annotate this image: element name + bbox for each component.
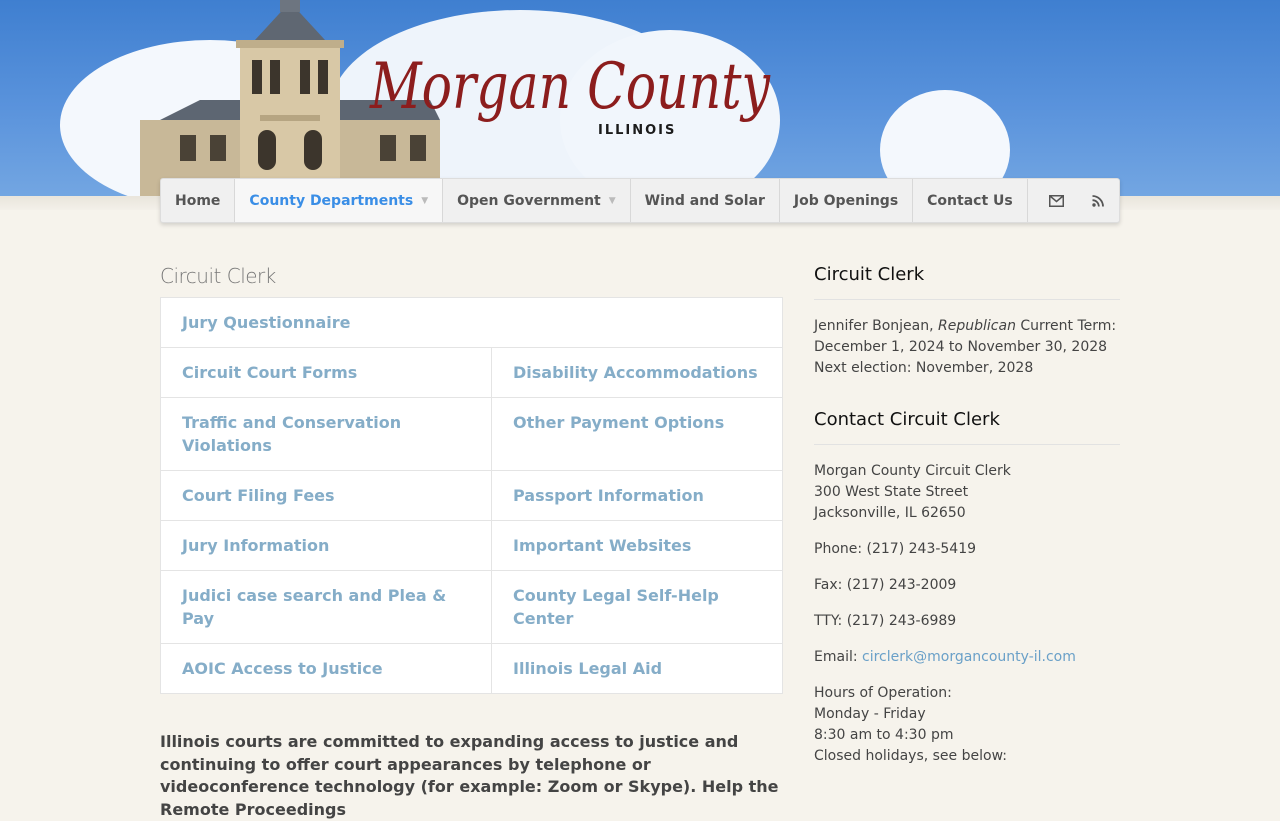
clerk-term: December 1, 2024 to November 30, 2028 [814,339,1108,355]
link-jury-information[interactable]: Jury Information [161,521,491,570]
nav-county-departments[interactable]: County Departments ▼ [235,179,444,222]
link-court-filing-fees[interactable]: Court Filing Fees [161,471,491,520]
clerk-name: Jennifer Bonjean, [814,318,934,334]
site-logo: Morgan County [369,50,770,124]
link-row: Traffic and Conservation Violations Othe… [161,397,782,470]
link-legal-self-help[interactable]: County Legal Self-Help Center [491,571,782,643]
contact-info: Morgan County Circuit Clerk 300 West Sta… [814,461,1120,767]
link-row: Jury Questionnaire [161,298,782,347]
nav-job-openings-label: Job Openings [793,192,899,209]
mail-icon[interactable] [1035,179,1077,222]
intro-paragraph: Illinois courts are committed to expandi… [160,732,779,819]
contact-heading: Contact Circuit Clerk [814,409,1120,445]
link-row: Judici case search and Plea & Pay County… [161,570,782,643]
nav-wind-solar-label: Wind and Solar [644,192,765,209]
email-label: Email: [814,649,858,665]
hours-time: 8:30 am to 4:30 pm [814,727,954,743]
tty: TTY: (217) 243-6989 [814,613,957,629]
clerk-next-election: Next election: November, 2028 [814,360,1034,376]
email-line: Email: circlerk@morgancounty-il.com [814,647,1120,668]
phone: Phone: (217) 243-5419 [814,541,977,557]
link-other-payment[interactable]: Other Payment Options [491,398,782,470]
link-grid: Jury Questionnaire Circuit Court Forms D… [160,297,783,694]
link-important-websites[interactable]: Important Websites [491,521,782,570]
nav-home-label: Home [175,192,221,209]
nav-contact-us[interactable]: Contact Us [913,179,1028,222]
nav-county-departments-label: County Departments [249,192,414,209]
link-row: Circuit Court Forms Disability Accommoda… [161,347,782,397]
clerk-name-line: Jennifer Bonjean, Republican Current Ter… [814,316,1120,337]
hours-note: Closed holidays, see below: [814,748,1007,764]
logo-subtitle: ILLINOIS [598,123,677,138]
nav-wind-solar[interactable]: Wind and Solar [631,179,780,222]
clerk-info: Jennifer Bonjean, Republican Current Ter… [814,316,1120,379]
link-jury-questionnaire[interactable]: Jury Questionnaire [161,298,782,347]
link-row: Court Filing Fees Passport Information [161,470,782,520]
link-row: Jury Information Important Websites [161,520,782,570]
nav-open-government[interactable]: Open Government ▼ [443,179,631,222]
clerk-term-label: Current Term: [1020,318,1117,334]
address-line-3: Jacksonville, IL 62650 [814,505,966,521]
hours-label: Hours of Operation: [814,685,952,701]
link-judici[interactable]: Judici case search and Plea & Pay [161,571,491,643]
address-line-1: Morgan County Circuit Clerk [814,463,1011,479]
address-line-2: 300 West State Street [814,484,969,500]
clerk-heading: Circuit Clerk [814,264,1120,300]
email-link[interactable]: circlerk@morgancounty-il.com [862,649,1076,665]
sidebar: Circuit Clerk Jennifer Bonjean, Republic… [814,264,1120,767]
nav-home[interactable]: Home [161,179,236,222]
link-traffic-conservation[interactable]: Traffic and Conservation Violations [161,398,491,470]
header-banner: Morgan County ILLINOIS [0,0,1280,197]
nav-open-government-label: Open Government [457,192,601,209]
main-navbar: Home County Departments ▼ Open Governmen… [160,178,1120,223]
link-illinois-legal-aid[interactable]: Illinois Legal Aid [491,644,782,693]
hours-days: Monday - Friday [814,706,926,722]
rss-icon[interactable] [1077,179,1119,222]
link-row: AOIC Access to Justice Illinois Legal Ai… [161,643,782,693]
link-aoic[interactable]: AOIC Access to Justice [161,644,491,693]
clerk-party: Republican [938,318,1016,334]
logo-script: Morgan County [369,50,770,124]
nav-job-openings[interactable]: Job Openings [780,179,914,222]
link-circuit-court-forms[interactable]: Circuit Court Forms [161,348,491,397]
caret-down-icon: ▼ [421,195,429,206]
link-passport-information[interactable]: Passport Information [491,471,782,520]
link-disability-accommodations[interactable]: Disability Accommodations [491,348,782,397]
nav-contact-us-label: Contact Us [927,192,1013,209]
caret-down-icon: ▼ [608,195,616,206]
page-title: Circuit Clerk [160,264,276,288]
fax: Fax: (217) 243-2009 [814,577,957,593]
